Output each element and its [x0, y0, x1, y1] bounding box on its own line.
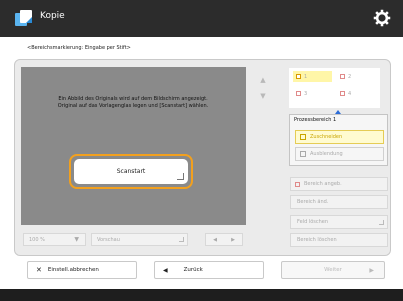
zone-label: 4 — [348, 90, 352, 97]
zone-label: 1 — [304, 73, 308, 80]
zone-2[interactable]: 2 — [337, 71, 376, 82]
page-nav: ◀ ▶ — [205, 233, 243, 246]
cancel-settings-button[interactable]: ✕ Einstell.abbrechen — [27, 261, 137, 279]
checkbox-icon — [340, 91, 345, 96]
copy-icon — [15, 10, 32, 26]
zone-4[interactable]: 4 — [337, 88, 376, 99]
scan-start-button[interactable]: Scanstart — [74, 159, 188, 184]
zoom-value: 100 % — [29, 236, 45, 243]
preview-area — [21, 67, 246, 225]
message-line-2: Original auf das Vorlagenglas legen und … — [57, 103, 209, 109]
delete-area-button[interactable]: Bereich löschen — [290, 233, 388, 247]
mask-label: Ausblendung — [310, 151, 343, 157]
trim-label: Zuschneiden — [310, 134, 343, 140]
breadcrumb: <Bereichsmarkierung: Eingabe per Stift> — [27, 45, 131, 51]
zoom-select[interactable]: 100 % ▼ — [23, 233, 86, 246]
cancel-settings-label: Einstell.abbrechen — [47, 267, 99, 273]
zone-3[interactable]: 3 — [293, 88, 332, 99]
corner-mark-icon — [179, 237, 184, 242]
change-area-label: Bereich änd. — [297, 199, 329, 205]
delete-area-label: Bereich löschen — [297, 237, 337, 243]
clear-field-button[interactable]: Feld löschen — [290, 215, 388, 229]
trim-icon — [300, 134, 306, 140]
add-area-icon — [295, 182, 300, 187]
arrow-right-icon: ▶ — [369, 267, 374, 274]
scroll-down-button[interactable]: ▼ — [256, 89, 270, 102]
title-bar: Kopie — [0, 0, 403, 37]
gear-icon[interactable] — [373, 9, 391, 27]
checkbox-icon — [296, 91, 301, 96]
zone-label: 2 — [348, 73, 352, 80]
back-label: Zurück — [183, 267, 203, 273]
scan-start-label: Scanstart — [116, 168, 146, 175]
clear-field-label: Feld löschen — [297, 219, 329, 225]
checkbox-icon — [340, 74, 345, 79]
trim-option-button[interactable]: Zuschneiden — [295, 130, 384, 144]
bottom-bar — [0, 289, 403, 301]
arrow-left-icon: ◀ — [163, 266, 168, 274]
preview-button[interactable]: Vorschau — [91, 233, 188, 246]
mask-option-button[interactable]: Ausblendung — [295, 147, 384, 161]
corner-mark-icon — [177, 173, 184, 180]
next-label: Weiter — [324, 267, 342, 273]
mask-icon — [300, 151, 306, 157]
corner-mark-icon — [379, 220, 384, 225]
app-title: Kopie — [40, 11, 65, 21]
close-icon: ✕ — [36, 266, 42, 274]
next-page-icon[interactable]: ▶ — [231, 237, 235, 243]
change-area-button[interactable]: Bereich änd. — [290, 195, 388, 209]
next-button[interactable]: Weiter ▶ — [281, 261, 385, 279]
chevron-down-icon: ▼ — [74, 236, 79, 243]
zone-label: 3 — [304, 90, 308, 97]
add-area-button[interactable]: Bereich angeb. — [290, 177, 388, 191]
zone-1[interactable]: 1 — [293, 71, 332, 82]
preview-message: Ein Abbild des Originals wird auf dem Bi… — [25, 96, 241, 110]
range-title: Prozessbereich 1 — [294, 117, 337, 123]
preview-label: Vorschau — [97, 236, 120, 243]
add-area-label: Bereich angeb. — [304, 181, 342, 187]
scroll-up-button[interactable]: ▲ — [256, 73, 270, 86]
back-button[interactable]: ◀ Zurück — [154, 261, 264, 279]
message-line-1: Ein Abbild des Originals wird auf dem Bi… — [58, 96, 208, 102]
checkbox-icon — [296, 74, 301, 79]
prev-page-icon[interactable]: ◀ — [213, 237, 217, 243]
